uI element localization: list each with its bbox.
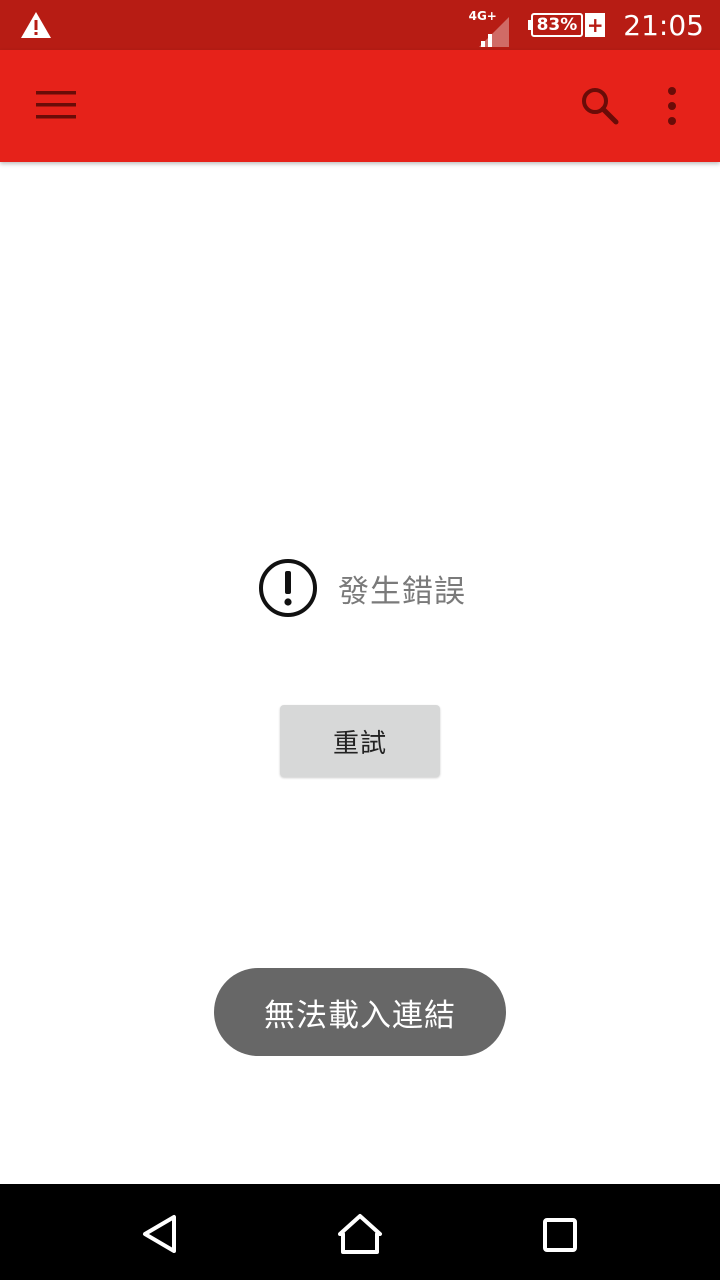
error-message-row: 發生錯誤: [258, 558, 466, 618]
toast-message: 無法載入連結: [214, 968, 506, 1056]
recents-icon: [543, 1218, 577, 1252]
search-button[interactable]: [576, 80, 624, 132]
back-button[interactable]: [140, 1214, 180, 1258]
recents-button[interactable]: [542, 1217, 578, 1257]
error-circle-icon: [259, 559, 317, 617]
clock: 21:05: [623, 8, 704, 42]
error-message: 發生錯誤: [338, 573, 466, 610]
battery-percent: 83%: [536, 15, 578, 35]
menu-icon: [36, 91, 76, 119]
more-options-button[interactable]: [654, 80, 690, 132]
battery-level: 83%: [527, 13, 584, 37]
search-icon: [582, 88, 619, 125]
signal-icon: 4G+: [469, 5, 515, 47]
warning-icon: [20, 11, 52, 43]
charging-indicator: +: [585, 13, 606, 37]
navigation-bar: [0, 1184, 720, 1280]
home-icon: [338, 1214, 382, 1254]
home-button[interactable]: [336, 1212, 384, 1260]
back-icon: [143, 1215, 176, 1253]
menu-button[interactable]: [28, 82, 84, 130]
more-vert-icon: [668, 87, 676, 125]
battery-icon: 83% +: [527, 13, 606, 37]
retry-button[interactable]: 重試: [280, 705, 440, 777]
status-bar: 4G+ 83% + 21:05: [0, 0, 720, 50]
app-bar: [0, 50, 720, 162]
